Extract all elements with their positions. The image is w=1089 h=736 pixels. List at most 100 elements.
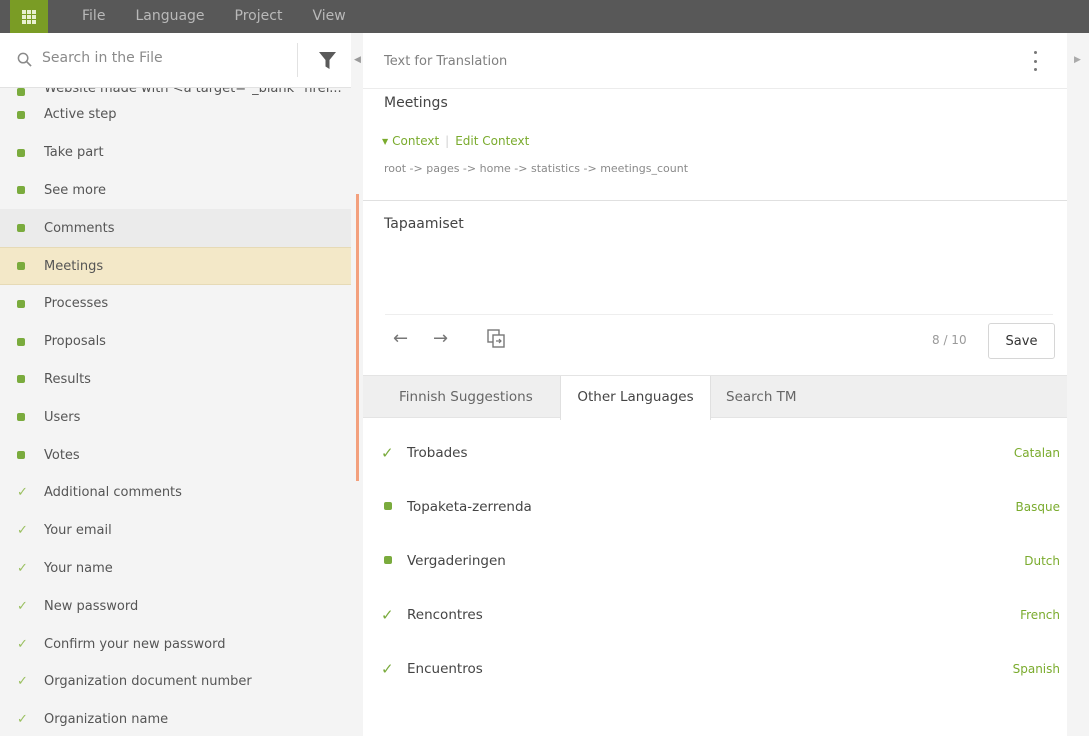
menu-file[interactable]: File [82,0,105,33]
editor-header: ◀ Text for Translation [354,33,1067,89]
checkmark-icon: ✓ [17,674,28,690]
list-item[interactable]: Website made with <a target="_blank" hre… [0,88,351,96]
menu-view[interactable]: View [312,0,345,33]
string-list-sidebar: Website made with <a target="_blank" hre… [0,33,351,736]
translated-status-icon [17,186,25,195]
menu-language[interactable]: Language [135,0,204,33]
list-item[interactable]: Take part [0,134,351,172]
context-path: root -> pages -> home -> statistics -> m… [384,162,689,175]
list-item-label: Users [44,409,81,425]
translated-status-icon [17,148,25,157]
suggestion-text: Vergaderingen [407,553,506,569]
editor-title: Text for Translation [384,54,508,69]
list-item-label: See more [44,182,107,198]
translation-divider [385,314,1053,315]
list-item[interactable]: ✓ Additional comments [0,474,351,512]
save-button[interactable]: Save [988,323,1055,359]
suggestion-row[interactable]: Topaketa-zerrenda Basque [363,492,1067,522]
list-item[interactable]: ✓ Organization document number [0,663,351,701]
suggestion-language: Dutch [1024,554,1060,568]
editor-pane: ◀ Text for Translation Meetings ▼ Contex… [354,33,1067,736]
list-item[interactable]: ✓ New password [0,587,351,625]
app-grid-button[interactable] [10,0,48,33]
list-item-selected[interactable]: Meetings [0,247,351,285]
list-item-label: Votes [44,447,80,463]
checkmark-icon: ✓ [381,606,394,624]
suggestion-language: Basque [1015,500,1060,514]
filter-icon[interactable] [319,52,336,70]
checkmark-icon: ✓ [17,598,28,614]
list-item[interactable]: Proposals [0,323,351,361]
arrow-left-icon[interactable]: ← [393,328,408,349]
list-item[interactable]: ✓ Confirm your new password [0,625,351,663]
list-item[interactable]: Votes [0,436,351,474]
right-panel-rail[interactable]: ▶ [1067,33,1089,736]
translated-status-icon [17,451,25,460]
checkmark-icon: ✓ [381,660,394,678]
checkmark-icon: ✓ [17,636,28,652]
menu-project[interactable]: Project [235,0,283,33]
context-row: ▼ Context | Edit Context [382,134,529,148]
search-bar [0,33,351,88]
tab-search-tm[interactable]: Search TM [726,376,797,419]
list-item-label: Take part [44,145,104,161]
context-toggle[interactable]: Context [392,134,439,148]
list-item-label: Confirm your new password [44,636,226,652]
list-item-label: Website made with <a target="_blank" hre… [44,88,342,96]
list-item[interactable]: ✓ Your name [0,550,351,588]
caret-down-icon[interactable]: ▼ [382,137,388,146]
main-menu: File Language Project View [82,0,376,33]
source-string: Meetings [384,95,448,111]
context-separator: | [445,134,450,148]
suggestion-tabs: Finnish Suggestions Other Languages Sear… [363,375,1067,420]
list-item[interactable]: See more [0,172,351,210]
suggestion-language: French [1020,608,1060,622]
list-item-label: Additional comments [44,485,182,501]
translated-status-icon [17,299,25,308]
list-item-label: New password [44,598,139,614]
translation-textarea[interactable]: Tapaamiset [384,216,464,232]
translated-status-icon [17,262,25,271]
list-item[interactable]: Users [0,398,351,436]
list-item-label: Results [44,371,91,387]
list-item[interactable]: Active step [0,96,351,134]
list-item-label: Your name [44,560,113,576]
list-item[interactable]: Results [0,361,351,399]
search-divider [297,43,298,77]
suggestion-row[interactable]: Vergaderingen Dutch [363,546,1067,576]
list-item[interactable]: Processes [0,285,351,323]
grid-icon [22,9,36,24]
list-item-label: Your email [44,523,112,539]
list-item-label: Processes [44,296,109,312]
kebab-icon[interactable] [1031,51,1039,71]
checkmark-icon: ✓ [17,485,28,501]
list-item-label: Organization document number [44,674,252,690]
green-square-icon [384,502,392,510]
search-input[interactable] [42,50,282,66]
list-item[interactable]: Comments [0,209,351,248]
list-item-label: Proposals [44,334,106,350]
translated-status-icon [17,337,25,346]
list-item[interactable]: ✓ Your email [0,512,351,550]
suggestion-row[interactable]: ✓ Trobades Catalan [363,438,1067,468]
suggestion-row[interactable]: ✓ Encuentros Spanish [363,654,1067,684]
list-item-label: Organization name [44,712,169,728]
checkmark-icon: ✓ [381,444,394,462]
string-list: Website made with <a target="_blank" hre… [0,88,351,736]
edit-context-link[interactable]: Edit Context [455,134,529,148]
expand-right-icon[interactable]: ▶ [1074,55,1081,65]
collapse-left-icon[interactable]: ◀ [354,55,361,65]
checkmark-icon: ✓ [17,712,28,728]
string-counter: 8 / 10 [932,333,967,347]
translated-status-icon [17,88,25,96]
tab-other-languages[interactable]: Other Languages [560,376,711,420]
list-item-label: Comments [44,220,115,236]
list-item[interactable]: ✓ Organization name [0,701,351,736]
translated-status-icon [17,413,25,422]
tab-finnish-suggestions[interactable]: Finnish Suggestions [399,376,533,419]
checkmark-icon: ✓ [17,523,28,539]
copy-source-icon[interactable] [487,329,505,348]
arrow-right-icon[interactable]: → [433,328,448,349]
list-item-label: Meetings [44,258,104,274]
suggestion-row[interactable]: ✓ Rencontres French [363,600,1067,630]
